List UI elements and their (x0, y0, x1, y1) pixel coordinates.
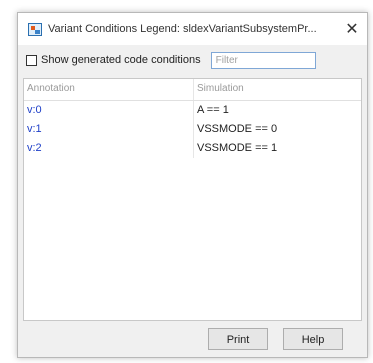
conditions-table: Annotation Simulation v:0 A == 1 v:1 VSS… (23, 78, 362, 321)
show-generated-code-checkbox[interactable] (26, 54, 37, 66)
print-button[interactable]: Print (208, 328, 268, 350)
annotation-cell[interactable]: v:1 (24, 120, 194, 139)
annotation-cell[interactable]: v:0 (24, 101, 194, 120)
simulation-cell: A == 1 (197, 104, 229, 116)
column-header-simulation[interactable]: Simulation (194, 79, 361, 100)
table-header: Annotation Simulation (24, 79, 361, 101)
table-row[interactable]: v:0 A == 1 (24, 101, 361, 120)
title-bar: Variant Conditions Legend: sldexVariantS… (18, 13, 367, 45)
help-button[interactable]: Help (283, 328, 343, 350)
window-title: Variant Conditions Legend: sldexVariantS… (48, 23, 317, 35)
simulation-cell: VSSMODE == 0 (197, 123, 278, 135)
variant-legend-icon (28, 22, 42, 36)
close-icon[interactable]: ✕ (337, 13, 367, 45)
variant-legend-dialog: Variant Conditions Legend: sldexVariantS… (17, 12, 368, 358)
annotation-cell[interactable]: v:2 (24, 139, 194, 158)
column-header-annotation[interactable]: Annotation (24, 79, 194, 100)
table-row[interactable]: v:2 VSSMODE == 1 (24, 139, 361, 158)
filter-input[interactable] (210, 51, 316, 69)
table-row[interactable]: v:1 VSSMODE == 0 (24, 120, 361, 139)
toolbar: Show generated code conditions (18, 45, 367, 75)
simulation-cell: VSSMODE == 1 (197, 142, 278, 154)
dialog-footer: Print Help (18, 321, 367, 357)
show-generated-code-label[interactable]: Show generated code conditions (41, 54, 201, 66)
